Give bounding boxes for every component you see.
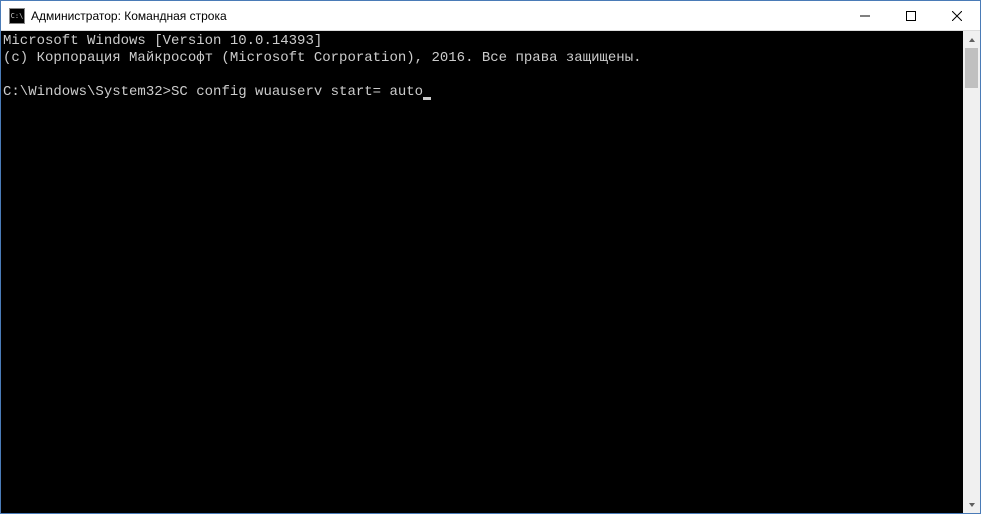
command-text: SC config wuauserv start= auto (171, 84, 423, 100)
window-body: Microsoft Windows [Version 10.0.14393] (… (1, 31, 980, 513)
prompt-line: C:\Windows\System32>SC config wuauserv s… (3, 84, 431, 100)
vertical-scrollbar[interactable] (963, 31, 980, 513)
scroll-track[interactable] (963, 48, 980, 496)
close-icon (952, 11, 962, 21)
maximize-button[interactable] (888, 1, 934, 30)
close-button[interactable] (934, 1, 980, 30)
cursor (423, 97, 431, 100)
cmd-window: C:\ Администратор: Командная строка Micr… (0, 0, 981, 514)
scroll-down-button[interactable] (963, 496, 980, 513)
scroll-thumb[interactable] (965, 48, 978, 88)
chevron-up-icon (968, 36, 976, 44)
output-line: Microsoft Windows [Version 10.0.14393] (3, 33, 322, 49)
terminal-output[interactable]: Microsoft Windows [Version 10.0.14393] (… (1, 31, 963, 513)
cmd-icon: C:\ (9, 8, 25, 24)
window-controls (842, 1, 980, 30)
minimize-icon (860, 11, 870, 21)
minimize-button[interactable] (842, 1, 888, 30)
maximize-icon (906, 11, 916, 21)
chevron-down-icon (968, 501, 976, 509)
window-title: Администратор: Командная строка (31, 9, 227, 23)
output-line: (c) Корпорация Майкрософт (Microsoft Cor… (3, 50, 642, 66)
titlebar-left: C:\ Администратор: Командная строка (1, 8, 842, 24)
prompt: C:\Windows\System32> (3, 84, 171, 100)
titlebar[interactable]: C:\ Администратор: Командная строка (1, 1, 980, 31)
scroll-up-button[interactable] (963, 31, 980, 48)
